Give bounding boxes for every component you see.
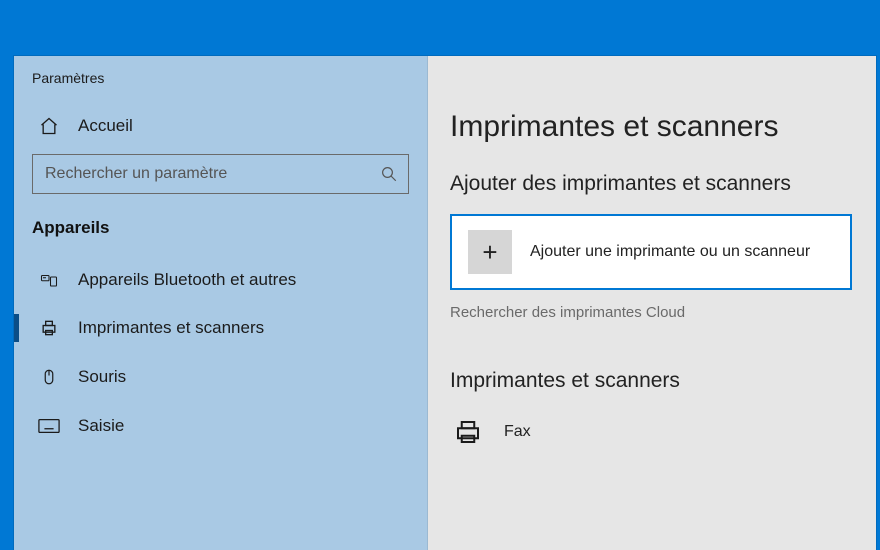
plus-icon: +	[468, 230, 512, 274]
section-list-heading: Imprimantes et scanners	[450, 369, 852, 393]
printer-icon	[38, 318, 60, 338]
home-label: Accueil	[78, 116, 133, 136]
mouse-icon	[38, 366, 60, 388]
home-button[interactable]: Accueil	[14, 106, 427, 150]
sidebar-item-label: Imprimantes et scanners	[78, 318, 264, 338]
sidebar-item-printers[interactable]: Imprimantes et scanners	[14, 304, 427, 352]
device-item[interactable]: Fax	[450, 411, 852, 453]
printer-icon	[450, 417, 486, 447]
sidebar-item-mouse[interactable]: Souris	[14, 352, 427, 402]
page-title: Imprimantes et scanners	[450, 110, 852, 144]
keyboard-icon	[38, 418, 60, 434]
cloud-printers-link[interactable]: Rechercher des imprimantes Cloud	[450, 304, 685, 321]
category-heading: Appareils	[14, 218, 427, 256]
search-icon	[380, 165, 398, 183]
sidebar-item-label: Souris	[78, 367, 126, 387]
sidebar-item-label: Saisie	[78, 416, 124, 436]
sidebar: Paramètres Accueil Appareils	[14, 56, 428, 550]
search-input[interactable]	[45, 165, 380, 183]
content-pane: Imprimantes et scanners Ajouter des impr…	[428, 56, 876, 550]
settings-window: Paramètres Accueil Appareils	[14, 56, 876, 550]
window-title: Paramètres	[14, 70, 427, 106]
bluetooth-icon	[38, 271, 60, 289]
add-printer-button[interactable]: + Ajouter une imprimante ou un scanneur	[450, 214, 852, 290]
sidebar-item-bluetooth[interactable]: Appareils Bluetooth et autres	[14, 256, 427, 304]
sidebar-item-label: Appareils Bluetooth et autres	[78, 270, 296, 290]
search-box[interactable]	[32, 154, 409, 194]
device-label: Fax	[504, 423, 531, 441]
section-add-heading: Ajouter des imprimantes et scanners	[450, 172, 852, 196]
home-icon	[38, 116, 60, 136]
sidebar-item-typing[interactable]: Saisie	[14, 402, 427, 450]
add-printer-label: Ajouter une imprimante ou un scanneur	[530, 243, 810, 261]
